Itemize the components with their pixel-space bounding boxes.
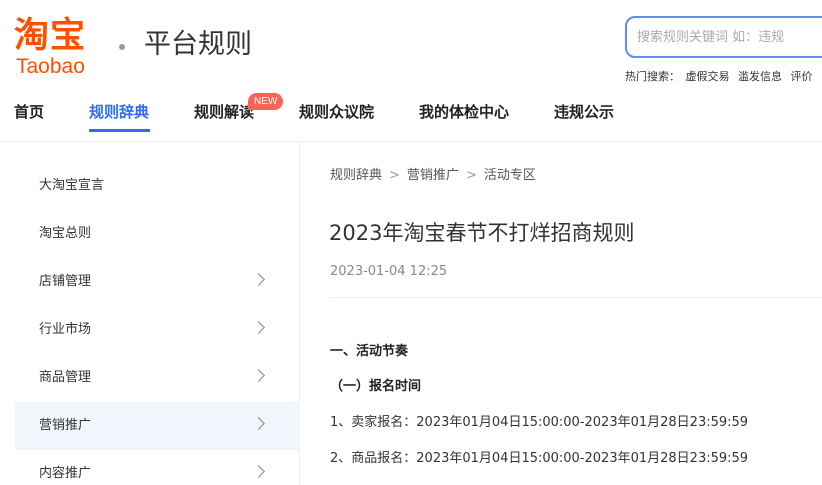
hot-search-term-1[interactable]: 虚假交易 — [686, 70, 730, 83]
sidebar-item-label: 店铺管理 — [39, 274, 92, 289]
chevron-right-icon — [252, 369, 265, 382]
header: 淘宝 Taobao 平台规则 热门搜索： 虚假交易 滥发信息 评价 — [0, 0, 822, 92]
sidebar-item-label: 行业市场 — [39, 322, 92, 337]
chevron-right-icon — [252, 273, 265, 286]
sidebar-item-taobao-declaration[interactable]: 大淘宝宣言 — [15, 162, 300, 210]
section-heading: 一、活动节奏 — [330, 344, 409, 359]
logo-chinese-text: 淘宝 — [14, 16, 87, 56]
hot-search-term-3[interactable]: 评价 — [791, 70, 813, 83]
sidebar: 大淘宝宣言 淘宝总则 店铺管理 行业市场 商品管理 营销推广 内容推广 — [15, 142, 300, 485]
main-nav: 首页 规则辞典 规则解读 规则众议院 我的体检中心 违规公示 — [0, 92, 822, 142]
article-date: 2023-01-04 12:25 — [330, 264, 448, 279]
nav-item-health-check[interactable]: 我的体检中心 — [419, 102, 509, 122]
taobao-logo[interactable]: 淘宝 Taobao — [14, 16, 106, 78]
sidebar-item-label: 商品管理 — [39, 370, 92, 385]
chevron-right-icon — [252, 417, 265, 430]
hot-searches: 热门搜索： 虚假交易 滥发信息 评价 — [625, 70, 818, 84]
new-badge: NEW — [248, 93, 284, 110]
sidebar-item-content-promotion[interactable]: 内容推广 — [15, 450, 300, 485]
content-divider — [330, 297, 822, 298]
hot-search-term-2[interactable]: 滥发信息 — [738, 70, 782, 83]
sidebar-item-label: 营销推广 — [39, 418, 92, 433]
article-paragraph: 2、商品报名：2023年01月04日15:00:00-2023年01月28日23… — [330, 451, 749, 466]
hot-search-label: 热门搜索： — [625, 70, 680, 83]
article-paragraph: 1、卖家报名：2023年01月04日15:00:00-2023年01月28日23… — [330, 415, 749, 430]
nav-item-rule-interpretation[interactable]: 规则解读 — [194, 102, 254, 122]
search-box — [625, 16, 822, 58]
search-input[interactable] — [637, 26, 817, 48]
sidebar-item-label: 淘宝总则 — [39, 226, 92, 241]
chevron-right-icon — [252, 321, 265, 334]
subsection-heading: （一）报名时间 — [330, 379, 422, 394]
breadcrumb-separator: > — [465, 168, 477, 183]
breadcrumb-current: 活动专区 — [483, 168, 536, 183]
breadcrumb: 规则辞典 > 营销推广 > 活动专区 — [330, 167, 536, 185]
nav-item-home[interactable]: 首页 — [14, 102, 44, 122]
nav-item-rule-dictionary[interactable]: 规则辞典 — [89, 102, 149, 122]
sidebar-item-label: 内容推广 — [39, 466, 92, 481]
breadcrumb-rule-dictionary[interactable]: 规则辞典 — [330, 168, 382, 183]
article-title: 2023年淘宝春节不打烊招商规则 — [329, 221, 635, 245]
main-content: 规则辞典 > 营销推广 > 活动专区 2023年淘宝春节不打烊招商规则 2023-01-… — [300, 142, 822, 485]
sidebar-item-general-rules[interactable]: 淘宝总则 — [15, 210, 300, 258]
logo-english-text: Taobao — [16, 55, 85, 78]
breadcrumb-separator: > — [389, 168, 400, 183]
title-separator-dot — [119, 44, 125, 50]
site-title: 平台规则 — [144, 29, 252, 60]
chevron-right-icon — [252, 465, 265, 478]
active-tab-underline — [89, 129, 150, 132]
breadcrumb-marketing-promotion[interactable]: 营销推广 — [407, 168, 459, 183]
sidebar-item-label: 大淘宝宣言 — [39, 178, 105, 193]
sidebar-item-marketing-promotion[interactable]: 营销推广 — [15, 402, 300, 450]
nav-item-rule-council[interactable]: 规则众议院 — [299, 102, 374, 122]
sidebar-item-industry-market[interactable]: 行业市场 — [15, 306, 300, 354]
sidebar-item-store-management[interactable]: 店铺管理 — [15, 258, 300, 306]
nav-item-violation-notice[interactable]: 违规公示 — [554, 102, 614, 122]
sidebar-item-product-management[interactable]: 商品管理 — [15, 354, 300, 402]
